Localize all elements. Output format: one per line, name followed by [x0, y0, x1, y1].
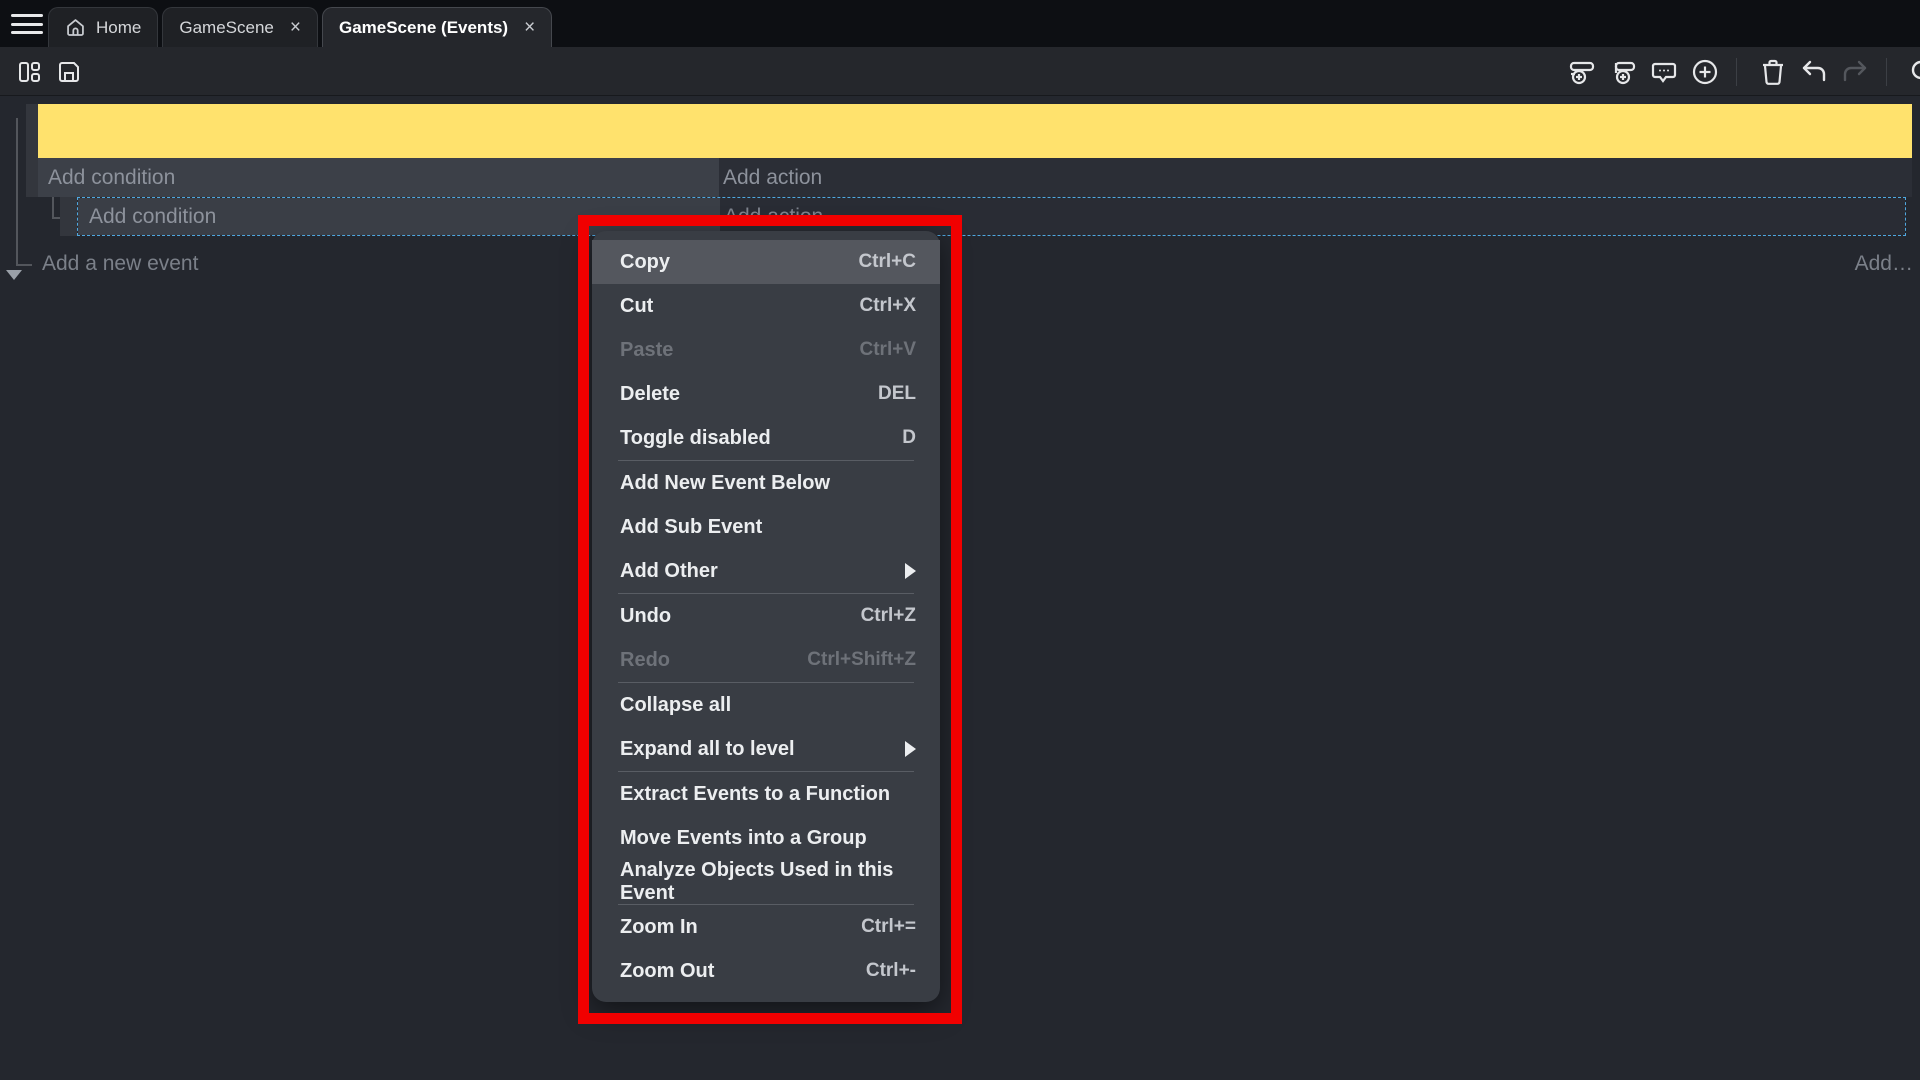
tab-bar: Home GameScene × GameScene (Events) ×: [0, 0, 1920, 47]
menu-item-shortcut: Ctrl+Z: [861, 605, 916, 627]
menu-item-move-events-into-a-group[interactable]: Move Events into a Group: [592, 816, 940, 860]
events-sheet[interactable]: Add condition Add action Add condition A…: [0, 96, 1920, 1080]
menu-item-label: Copy: [620, 251, 670, 274]
redo-icon[interactable]: [1840, 57, 1870, 87]
menu-item-add-other[interactable]: Add Other: [592, 549, 940, 593]
tree-line: [16, 118, 18, 266]
menu-item-collapse-all[interactable]: Collapse all: [592, 683, 940, 727]
menu-item-label: Zoom Out: [620, 960, 714, 983]
menu-item-shortcut: Ctrl+C: [858, 251, 916, 273]
conditions-cell[interactable]: Add condition: [78, 198, 720, 235]
search-icon[interactable]: [1908, 57, 1920, 87]
close-icon[interactable]: ×: [290, 18, 301, 37]
menu-item-label: Expand all to level: [620, 738, 795, 761]
add-action-link[interactable]: Add action: [723, 166, 822, 190]
menu-item-label: Undo: [620, 605, 671, 628]
menu-item-cut[interactable]: Cut Ctrl+X: [592, 284, 940, 328]
actions-cell[interactable]: Add action: [719, 158, 1912, 197]
actions-cell[interactable]: Add action: [720, 198, 1905, 235]
menu-item-label: Add Sub Event: [620, 516, 762, 539]
undo-icon[interactable]: [1799, 57, 1829, 87]
add-subevent-icon[interactable]: [1608, 57, 1638, 87]
menu-item-zoom-out[interactable]: Zoom Out Ctrl+-: [592, 949, 940, 993]
menu-item-add-new-event-below[interactable]: Add New Event Below: [592, 461, 940, 505]
add-condition-link[interactable]: Add condition: [48, 166, 175, 190]
event-row[interactable]: Add condition Add action: [38, 158, 1912, 197]
menu-item-label: Redo: [620, 649, 670, 672]
menu-item-undo[interactable]: Undo Ctrl+Z: [592, 594, 940, 638]
context-menu: Copy Ctrl+C Cut Ctrl+X Paste Ctrl+V Delete DEL T…: [592, 231, 940, 1002]
menu-item-zoom-in[interactable]: Zoom In Ctrl+=: [592, 905, 940, 949]
menu-item-label: Paste: [620, 339, 673, 362]
toolbar: Preview Publish: [0, 47, 1920, 96]
add-right-link[interactable]: Add…: [1855, 252, 1913, 276]
add-new-event-link[interactable]: Add a new event: [42, 252, 198, 276]
tab-label: GameScene (Events): [339, 18, 508, 38]
menu-item-label: Add New Event Below: [620, 472, 830, 495]
add-action-link[interactable]: Add action: [724, 205, 823, 229]
close-icon[interactable]: ×: [524, 18, 535, 37]
home-icon: [65, 17, 86, 38]
menu-item-toggle-disabled[interactable]: Toggle disabled D: [592, 416, 940, 460]
menu-item-expand-all-to-level[interactable]: Expand all to level: [592, 727, 940, 771]
conditions-cell[interactable]: Add condition: [38, 158, 719, 197]
subevent-gutter[interactable]: [60, 197, 77, 236]
menu-item-add-sub-event[interactable]: Add Sub Event: [592, 505, 940, 549]
menu-item-label: Analyze Objects Used in this Event: [620, 859, 916, 905]
collapse-arrow-icon[interactable]: [6, 270, 22, 280]
menu-item-analyze-objects-used-in-this-event[interactable]: Analyze Objects Used in this Event: [592, 860, 940, 904]
add-circle-icon[interactable]: [1690, 57, 1720, 87]
tab-label: GameScene: [179, 18, 274, 38]
event-gutter[interactable]: [26, 104, 38, 197]
menu-item-shortcut: Ctrl+V: [860, 339, 917, 361]
menu-item-shortcut: Ctrl+=: [861, 916, 916, 938]
tree-elbow: [16, 264, 32, 266]
menu-item-label: Cut: [620, 295, 653, 318]
menu-item-shortcut: Ctrl+-: [866, 960, 916, 982]
menu-item-shortcut: Ctrl+Shift+Z: [807, 649, 916, 671]
menu-item-shortcut: DEL: [878, 383, 916, 405]
subevent-row-selected[interactable]: Add condition Add action: [77, 197, 1906, 236]
toolbar-divider: [1886, 58, 1887, 86]
menu-item-shortcut: D: [902, 427, 916, 449]
save-icon[interactable]: [54, 57, 84, 87]
tab-strip: Home GameScene × GameScene (Events) ×: [48, 7, 556, 47]
comment-icon[interactable]: [1649, 57, 1679, 87]
tab-label: Home: [96, 18, 141, 38]
delete-icon[interactable]: [1758, 57, 1788, 87]
add-event-icon[interactable]: [1567, 57, 1597, 87]
menu-item-label: Toggle disabled: [620, 427, 771, 450]
menu-item-label: Collapse all: [620, 694, 731, 717]
menu-item-shortcut: Ctrl+X: [860, 295, 917, 317]
menu-item-label: Move Events into a Group: [620, 827, 867, 850]
menu-item-label: Zoom In: [620, 916, 698, 939]
tab-gamescene-events[interactable]: GameScene (Events) ×: [322, 7, 552, 47]
menu-item-paste: Paste Ctrl+V: [592, 328, 940, 372]
subtree-line: [52, 197, 54, 219]
selected-event-highlight[interactable]: [38, 104, 1912, 158]
tab-home[interactable]: Home: [48, 7, 158, 47]
panels-icon[interactable]: [14, 57, 44, 87]
submenu-arrow-icon: [905, 741, 916, 757]
tab-gamescene[interactable]: GameScene ×: [162, 7, 318, 47]
menu-item-copy[interactable]: Copy Ctrl+C: [592, 240, 940, 284]
menu-item-label: Add Other: [620, 560, 718, 583]
menu-item-label: Extract Events to a Function: [620, 783, 890, 806]
toolbar-divider: [1736, 58, 1737, 86]
menu-item-extract-events-to-a-function[interactable]: Extract Events to a Function: [592, 772, 940, 816]
menu-item-delete[interactable]: Delete DEL: [592, 372, 940, 416]
submenu-arrow-icon: [905, 563, 916, 579]
menu-item-redo: Redo Ctrl+Shift+Z: [592, 638, 940, 682]
add-condition-link[interactable]: Add condition: [89, 205, 216, 229]
hamburger-menu-icon[interactable]: [10, 12, 44, 36]
menu-item-label: Delete: [620, 383, 680, 406]
